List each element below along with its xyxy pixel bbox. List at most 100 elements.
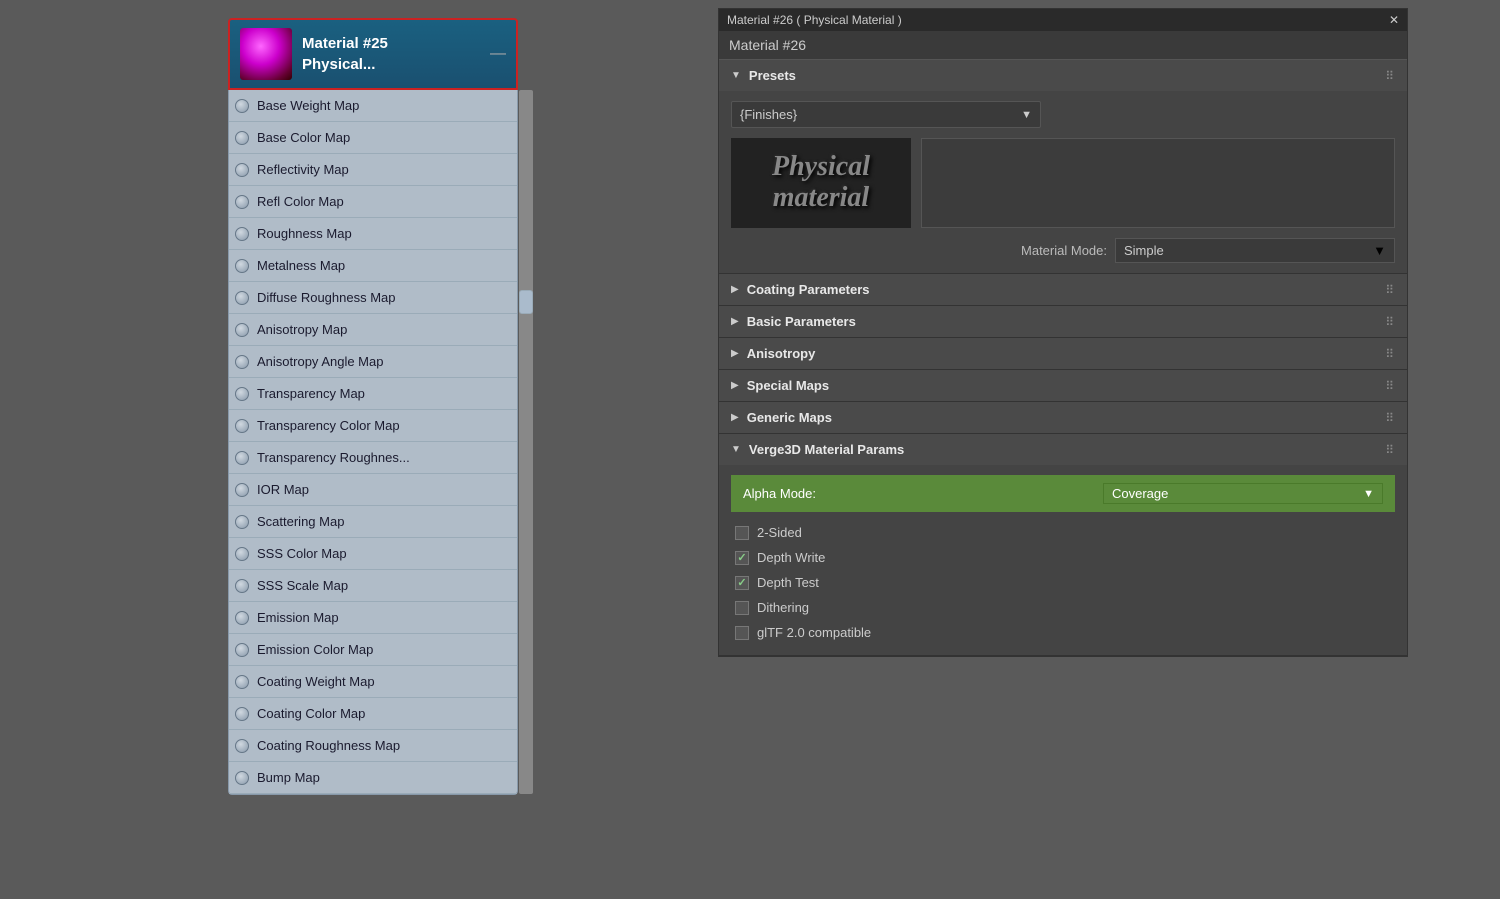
verge3d-dots: ⠿ [1385, 443, 1395, 457]
section-header-verge3d[interactable]: Verge3D Material Params ⠿ [719, 434, 1407, 465]
checkbox-row: glTF 2.0 compatible [731, 620, 1395, 645]
node-item-label: Anisotropy Map [257, 322, 347, 337]
node-item-label: Transparency Map [257, 386, 365, 401]
node-list-item[interactable]: Metalness Map [229, 250, 517, 282]
checkbox-0[interactable] [735, 526, 749, 540]
node-item-label: Transparency Color Map [257, 418, 400, 433]
material-mode-dropdown[interactable]: Simple ▼ [1115, 238, 1395, 263]
section-coating: Coating Parameters ⠿ [719, 274, 1407, 306]
checkbox-3[interactable] [735, 601, 749, 615]
special-dots: ⠿ [1385, 379, 1395, 393]
node-list-item[interactable]: Diffuse Roughness Map [229, 282, 517, 314]
preset-preview-right [921, 138, 1395, 228]
node-connector [235, 227, 249, 241]
checkbox-label: 2-Sided [757, 525, 802, 540]
close-icon[interactable]: ✕ [1389, 13, 1399, 27]
right-panel-titlebar: Material #26 ( Physical Material ) ✕ [719, 9, 1407, 31]
verge3d-title: Verge3D Material Params [749, 442, 904, 457]
node-panel: Material #25 Physical... — Base Weight M… [228, 18, 518, 795]
node-list-item[interactable]: Bump Map [229, 762, 517, 794]
section-header-coating[interactable]: Coating Parameters ⠿ [719, 274, 1407, 305]
node-connector [235, 515, 249, 529]
node-item-label: Base Weight Map [257, 98, 359, 113]
preset-dropdown-arrow: ▼ [1021, 109, 1032, 121]
presets-row: Physicalmaterial [731, 138, 1395, 228]
node-scrollbar[interactable] [519, 90, 533, 794]
node-item-label: Metalness Map [257, 258, 345, 273]
node-list-item[interactable]: Base Color Map [229, 122, 517, 154]
section-header-generic[interactable]: Generic Maps ⠿ [719, 402, 1407, 433]
presets-title: Presets [749, 68, 796, 83]
coating-dots: ⠿ [1385, 283, 1395, 297]
node-item-label: Bump Map [257, 770, 320, 785]
checkbox-4[interactable] [735, 626, 749, 640]
checkbox-1[interactable]: ✓ [735, 551, 749, 565]
section-header-anisotropy[interactable]: Anisotropy ⠿ [719, 338, 1407, 369]
node-list-item[interactable]: Coating Roughness Map [229, 730, 517, 762]
node-item-label: Diffuse Roughness Map [257, 290, 396, 305]
node-connector [235, 259, 249, 273]
node-connector [235, 483, 249, 497]
node-connector [235, 611, 249, 625]
node-connector [235, 643, 249, 657]
node-item-label: Emission Color Map [257, 642, 373, 657]
section-header-special[interactable]: Special Maps ⠿ [719, 370, 1407, 401]
alpha-mode-dropdown[interactable]: Coverage ▼ [1103, 483, 1383, 504]
checkbox-label: Depth Write [757, 550, 825, 565]
node-list-item[interactable]: Coating Weight Map [229, 666, 517, 698]
section-header-presets[interactable]: Presets ⠿ [719, 60, 1407, 91]
node-connector [235, 675, 249, 689]
node-list-item[interactable]: Roughness Map [229, 218, 517, 250]
node-scrollbar-thumb[interactable] [519, 290, 533, 314]
node-connector [235, 387, 249, 401]
node-connector [235, 291, 249, 305]
checkbox-2[interactable]: ✓ [735, 576, 749, 590]
node-minimize-button[interactable]: — [490, 46, 506, 62]
node-list-item[interactable]: SSS Scale Map [229, 570, 517, 602]
node-list-item[interactable]: Transparency Roughnes... [229, 442, 517, 474]
alpha-mode-row: Alpha Mode: Coverage ▼ [731, 475, 1395, 512]
node-list-item[interactable]: Emission Map [229, 602, 517, 634]
material-mode-value: Simple [1124, 243, 1164, 258]
node-list-item[interactable]: Refl Color Map [229, 186, 517, 218]
node-item-label: SSS Color Map [257, 546, 347, 561]
node-list-item[interactable]: Transparency Color Map [229, 410, 517, 442]
node-item-label: Reflectivity Map [257, 162, 349, 177]
special-title: Special Maps [747, 378, 829, 393]
section-generic: Generic Maps ⠿ [719, 402, 1407, 434]
checkbox-label: Depth Test [757, 575, 819, 590]
node-item-label: Roughness Map [257, 226, 352, 241]
basic-arrow [731, 316, 739, 327]
coating-arrow [731, 284, 739, 295]
node-list-item[interactable]: Anisotropy Angle Map [229, 346, 517, 378]
right-panel-name-field[interactable]: Material #26 [719, 31, 1407, 60]
presets-arrow [731, 70, 741, 81]
node-list-item[interactable]: IOR Map [229, 474, 517, 506]
checkbox-row: ✓ Depth Write [731, 545, 1395, 570]
checkbox-row: Dithering [731, 595, 1395, 620]
node-item-label: Emission Map [257, 610, 339, 625]
node-thumbnail [240, 28, 292, 80]
node-list-item[interactable]: Base Weight Map [229, 90, 517, 122]
node-list-item[interactable]: Reflectivity Map [229, 154, 517, 186]
node-connector [235, 579, 249, 593]
material-mode-row: Material Mode: Simple ▼ [731, 238, 1395, 263]
section-special: Special Maps ⠿ [719, 370, 1407, 402]
alpha-mode-arrow: ▼ [1363, 488, 1374, 500]
material-mode-arrow: ▼ [1373, 243, 1386, 258]
node-list-item[interactable]: SSS Color Map [229, 538, 517, 570]
node-connector [235, 195, 249, 209]
preset-dropdown[interactable]: {Finishes} ▼ [731, 101, 1041, 128]
preset-dropdown-text: {Finishes} [740, 107, 797, 122]
node-list: Base Weight Map Base Color Map Reflectiv… [228, 90, 518, 795]
node-title-line2: Physical... [302, 54, 388, 75]
node-list-item[interactable]: Transparency Map [229, 378, 517, 410]
node-list-item[interactable]: Emission Color Map [229, 634, 517, 666]
node-list-item[interactable]: Coating Color Map [229, 698, 517, 730]
check-icon: ✓ [737, 551, 746, 564]
section-header-basic[interactable]: Basic Parameters ⠿ [719, 306, 1407, 337]
node-connector [235, 419, 249, 433]
section-anisotropy: Anisotropy ⠿ [719, 338, 1407, 370]
node-list-item[interactable]: Scattering Map [229, 506, 517, 538]
node-list-item[interactable]: Anisotropy Map [229, 314, 517, 346]
